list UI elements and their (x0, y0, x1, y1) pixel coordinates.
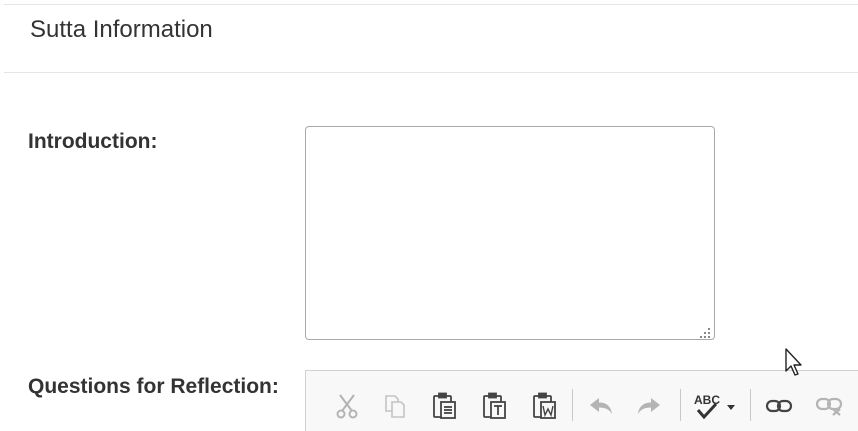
title-divider (4, 72, 858, 73)
toolbar-separator (750, 389, 751, 421)
questions-label: Questions for Reflection: (28, 375, 279, 398)
paste-from-word-button[interactable] (532, 391, 558, 421)
rich-text-toolbar: ABC (305, 370, 858, 431)
top-divider (4, 4, 858, 5)
introduction-label: Introduction: (28, 130, 158, 153)
paste-from-word-icon (533, 392, 556, 419)
redo-button[interactable] (636, 391, 662, 421)
copy-icon (385, 395, 405, 418)
section-title: Sutta Information (30, 16, 213, 43)
cut-button[interactable] (334, 391, 360, 421)
unlink-icon (815, 397, 843, 416)
resize-grip-icon[interactable] (700, 328, 711, 339)
unlink-button[interactable] (814, 391, 844, 421)
paste-text-button[interactable] (482, 391, 508, 421)
copy-button[interactable] (382, 391, 408, 421)
link-icon (765, 399, 793, 413)
scissors-icon (336, 394, 358, 419)
mouse-cursor-icon (785, 348, 802, 376)
redo-icon (638, 398, 660, 414)
paste-text-icon (483, 392, 506, 419)
undo-button[interactable] (588, 391, 614, 421)
paste-icon (433, 392, 456, 419)
spellcheck-button[interactable]: ABC (692, 391, 738, 421)
paste-button[interactable] (432, 391, 458, 421)
toolbar-separator (572, 389, 573, 421)
spellcheck-icon: ABC (694, 393, 735, 420)
link-button[interactable] (764, 391, 794, 421)
toolbar-separator (680, 389, 681, 421)
undo-icon (590, 398, 612, 414)
introduction-textarea[interactable] (305, 126, 715, 340)
